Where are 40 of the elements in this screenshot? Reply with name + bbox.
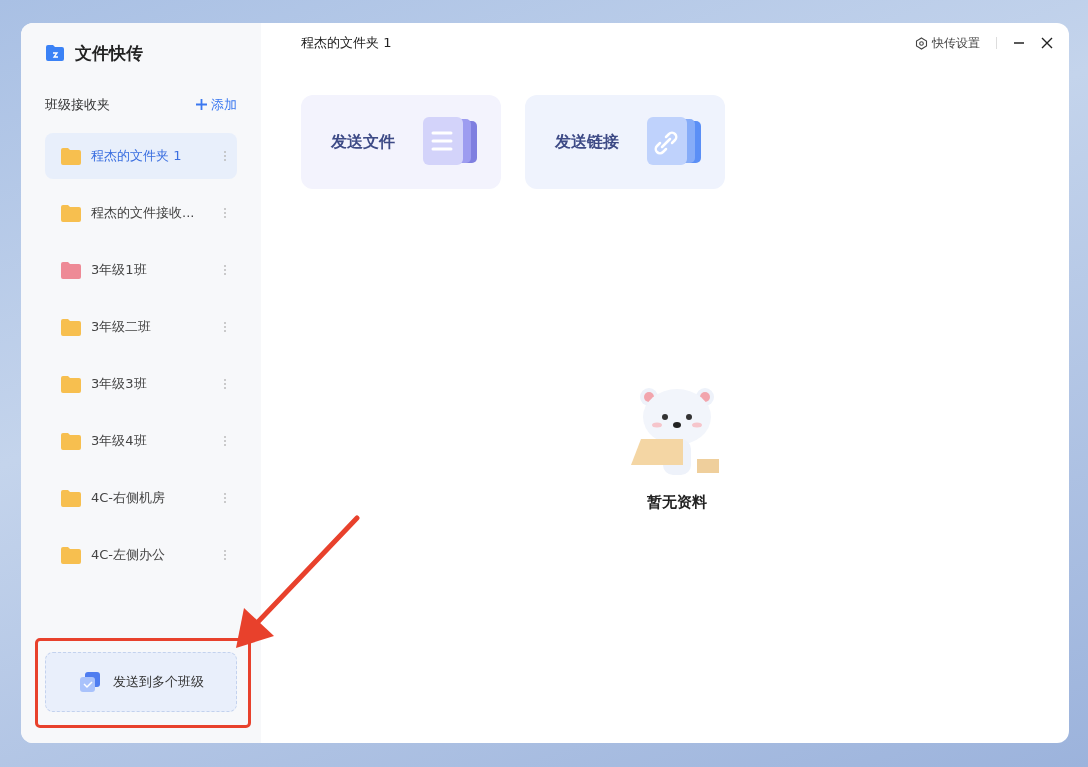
folder-item[interactable]: 3年级1班 [45,247,237,293]
folder-name: 4C-右侧机房 [91,489,167,507]
folder-item[interactable]: 4C-右侧机房 [45,475,237,521]
folder-name: 程杰的文件夹 1 [91,147,183,165]
close-icon[interactable] [1041,37,1053,49]
plus-icon [196,99,207,110]
link-stack-icon [645,117,703,167]
more-icon[interactable] [223,321,227,333]
folder-name: 3年级3班 [91,375,148,393]
folder-item[interactable]: 3年级4班 [45,418,237,464]
more-icon[interactable] [223,207,227,219]
settings-button[interactable]: 快传设置 [915,34,980,52]
folder-name: 3年级1班 [91,261,148,279]
document-stack-icon [421,117,479,167]
add-button[interactable]: 添加 [196,96,237,114]
folder-name: 程杰的文件接收... [91,204,196,222]
send-file-card[interactable]: 发送文件 [301,95,501,189]
folder-item[interactable]: 3年级二班 [45,304,237,350]
more-icon[interactable] [223,492,227,504]
folder-name: 3年级二班 [91,318,153,336]
more-icon[interactable] [223,264,227,276]
folder-item[interactable]: 程杰的文件夹 1 [45,133,237,179]
folder-icon [45,44,65,62]
stacked-check-icon [78,671,101,693]
folder-title: 程杰的文件夹 1 [301,34,392,52]
more-icon[interactable] [223,435,227,447]
folder-item[interactable]: 程杰的文件接收... [45,190,237,236]
settings-icon [915,36,928,50]
more-icon[interactable] [223,378,227,390]
empty-message: 暂无资料 [647,493,707,512]
send-to-classes-button[interactable]: 发送到多个班级 [45,652,237,712]
app-title: 文件快传 [75,41,143,65]
more-icon[interactable] [223,549,227,561]
section-title: 班级接收夹 [45,96,110,114]
folder-item[interactable]: 4C-左侧办公 [45,532,237,578]
folder-name: 4C-左侧办公 [91,546,167,564]
folder-name: 3年级4班 [91,432,148,450]
folder-item[interactable]: 3年级3班 [45,361,237,407]
send-link-card[interactable]: 发送链接 [525,95,725,189]
more-icon[interactable] [223,150,227,162]
